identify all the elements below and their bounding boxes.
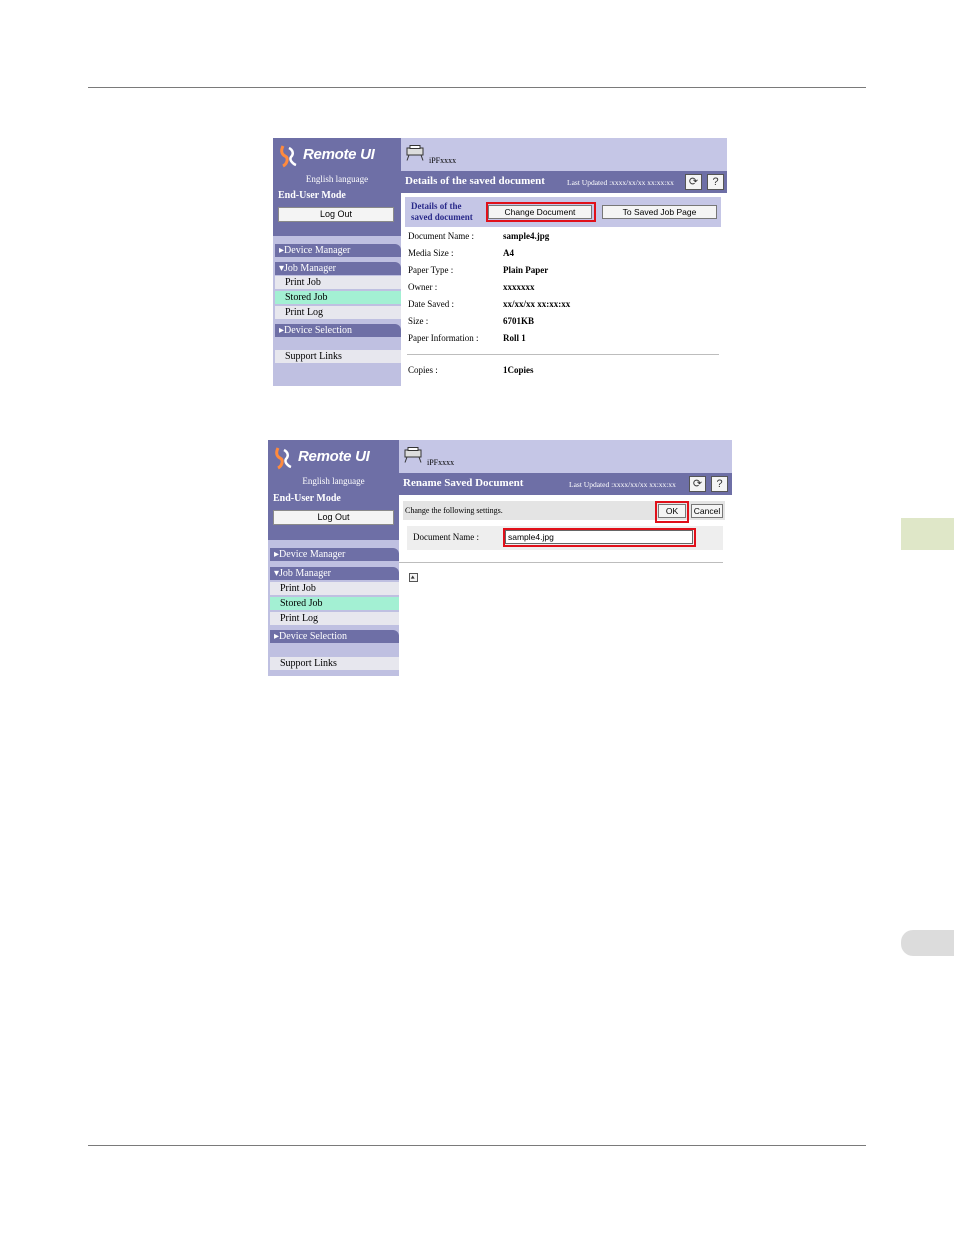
nav-device-selection[interactable]: ▸Device Selection bbox=[275, 324, 401, 337]
printer-name: iPFxxxx bbox=[429, 156, 457, 165]
nav-support-links[interactable]: Support Links bbox=[275, 350, 401, 363]
printer-name: iPFxxxx bbox=[427, 458, 455, 467]
refresh-button[interactable]: ⟳ bbox=[685, 174, 702, 190]
logout-button[interactable]: Log Out bbox=[278, 207, 394, 222]
nav-label: Job Manager bbox=[279, 568, 331, 579]
copies-label: Copies : bbox=[408, 365, 438, 375]
user-panel: English language End-User Mode Log Out bbox=[273, 174, 401, 236]
copies-value: 1Copies bbox=[503, 365, 534, 375]
field-value: xxxxxxx bbox=[503, 282, 535, 292]
field-label: Date Saved : bbox=[408, 299, 454, 309]
field-label: Owner : bbox=[408, 282, 438, 292]
nav-job-manager[interactable]: ▾Job Manager bbox=[270, 567, 399, 580]
chapter-tab bbox=[901, 518, 954, 550]
nav-label: Job Manager bbox=[284, 263, 336, 274]
refresh-icon: ⟳ bbox=[688, 176, 699, 188]
divider bbox=[399, 562, 723, 563]
field-value: 6701KB bbox=[503, 316, 535, 326]
cancel-button[interactable]: Cancel bbox=[691, 504, 723, 518]
page-title: Details of the saved document bbox=[405, 175, 545, 187]
document-name-highlight bbox=[503, 528, 696, 547]
logo-text: Remote UI bbox=[298, 448, 370, 465]
field-label: Media Size : bbox=[408, 248, 454, 258]
document-name-label: Document Name : bbox=[413, 532, 479, 542]
language-label: English language bbox=[305, 174, 369, 184]
help-button[interactable]: ? bbox=[707, 174, 724, 190]
mode-label: End-User Mode bbox=[273, 493, 341, 504]
instruction-text: Change the following settings. bbox=[405, 506, 503, 515]
refresh-button[interactable]: ⟳ bbox=[689, 476, 706, 492]
nav-print-job[interactable]: Print Job bbox=[270, 582, 399, 595]
field-value: sample4.jpg bbox=[503, 231, 550, 241]
section-label-line1: Details of the bbox=[411, 201, 462, 211]
field-label: Paper Type : bbox=[408, 265, 454, 275]
remote-ui-logo-icon bbox=[280, 145, 297, 168]
main-panel: iPFxxxx Rename Saved Document Last Updat… bbox=[399, 440, 732, 676]
details-section-label: Details of the saved document bbox=[411, 201, 473, 223]
footer-rule bbox=[88, 1145, 866, 1146]
to-saved-job-page-button[interactable]: To Saved Job Page bbox=[602, 205, 717, 219]
field-value: Plain Paper bbox=[503, 265, 549, 275]
change-document-highlight bbox=[486, 202, 596, 222]
nav-device-manager[interactable]: ▸Device Manager bbox=[275, 244, 401, 257]
nav-print-log[interactable]: Print Log bbox=[270, 612, 399, 625]
ok-highlight bbox=[655, 501, 689, 523]
nav-support-links[interactable]: Support Links bbox=[270, 657, 399, 670]
nav-print-log[interactable]: Print Log bbox=[275, 306, 401, 319]
remote-ui-details-screenshot: Remote UI English language End-User Mode… bbox=[273, 138, 727, 386]
nav-label: Device Selection bbox=[279, 631, 348, 642]
language-label: English language bbox=[302, 476, 365, 486]
field-label: Document Name : bbox=[408, 231, 474, 241]
field-label: Paper Information : bbox=[408, 333, 479, 343]
nav-print-job[interactable]: Print Job bbox=[275, 276, 401, 289]
nav-label: Device Manager bbox=[284, 245, 351, 256]
arrow-up-icon bbox=[410, 575, 415, 579]
field-value: xx/xx/xx xx:xx:xx bbox=[503, 299, 571, 309]
printer-icon bbox=[406, 145, 424, 161]
sidebar: Remote UI English language End-User Mode… bbox=[268, 440, 399, 676]
logout-button[interactable]: Log Out bbox=[273, 510, 394, 525]
refresh-icon: ⟳ bbox=[692, 478, 703, 490]
remote-ui-logo: Remote UI bbox=[273, 138, 401, 174]
field-label: Size : bbox=[408, 316, 429, 326]
printer-bar: iPFxxxx bbox=[401, 138, 727, 171]
nav-label: Device Selection bbox=[284, 325, 353, 336]
last-updated: Last Updated :xxxx/xx/xx xx:xx:xx bbox=[567, 178, 674, 187]
scroll-top-button[interactable] bbox=[409, 573, 418, 582]
remote-ui-rename-screenshot: Remote UI English language End-User Mode… bbox=[268, 440, 732, 676]
title-bar: Rename Saved Document Last Updated :xxxx… bbox=[399, 473, 732, 495]
sidebar: Remote UI English language End-User Mode… bbox=[273, 138, 401, 386]
nav-device-manager[interactable]: ▸Device Manager bbox=[270, 548, 399, 561]
main-panel: iPFxxxx Details of the saved document La… bbox=[401, 138, 727, 386]
nav-label: Device Manager bbox=[279, 549, 346, 560]
mode-label: End-User Mode bbox=[278, 190, 346, 201]
page-title: Rename Saved Document bbox=[403, 477, 524, 489]
field-value: Roll 1 bbox=[503, 333, 526, 343]
printer-icon bbox=[404, 447, 422, 463]
user-panel: English language End-User Mode Log Out bbox=[268, 476, 399, 540]
remote-ui-logo: Remote UI bbox=[268, 440, 399, 476]
header-rule bbox=[88, 87, 866, 88]
title-bar: Details of the saved document Last Updat… bbox=[401, 171, 727, 193]
nav-device-selection[interactable]: ▸Device Selection bbox=[270, 630, 399, 643]
printer-bar: iPFxxxx bbox=[399, 440, 732, 473]
divider bbox=[407, 354, 719, 355]
field-value: A4 bbox=[503, 248, 514, 258]
section-label-line2: saved document bbox=[411, 212, 473, 222]
help-button[interactable]: ? bbox=[711, 476, 728, 492]
remote-ui-logo-icon bbox=[275, 447, 292, 470]
nav-stored-job[interactable]: Stored Job bbox=[275, 291, 401, 304]
logo-text: Remote UI bbox=[303, 146, 375, 163]
page-tab bbox=[901, 930, 954, 956]
nav-stored-job[interactable]: Stored Job bbox=[270, 597, 399, 610]
last-updated: Last Updated :xxxx/xx/xx xx:xx:xx bbox=[569, 480, 676, 489]
nav-job-manager[interactable]: ▾Job Manager bbox=[275, 262, 401, 275]
